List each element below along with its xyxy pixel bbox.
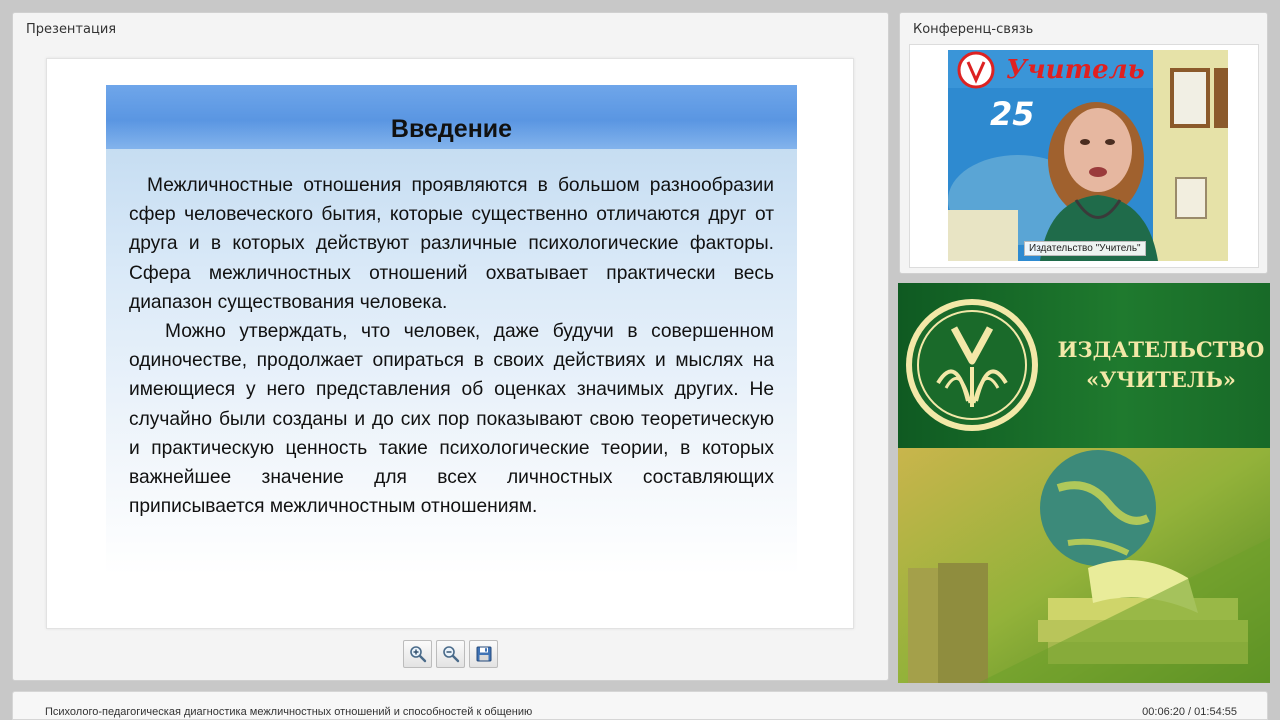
banner-top: ИЗДАТЕЛЬСТВО «УЧИТЕЛЬ»: [898, 283, 1270, 448]
presentation-panel: Презентация Введение Межличностные отнош…: [12, 12, 889, 681]
slide-toolbar: [403, 640, 498, 668]
books-globe-illustration: [898, 448, 1270, 683]
zoom-out-button[interactable]: [436, 640, 465, 668]
publisher-banner: ИЗДАТЕЛЬСТВО «УЧИТЕЛЬ»: [898, 283, 1270, 683]
publisher-name-line1: ИЗДАТЕЛЬСТВО: [1057, 337, 1265, 362]
slide-frame: Введение Межличностные отношения проявля…: [46, 58, 854, 629]
slide-paragraph: Можно утверждать, что человек, даже буду…: [129, 321, 774, 518]
video-frame: Учитель 25 Издательство "Учитель": [909, 44, 1259, 268]
save-button[interactable]: [469, 640, 498, 668]
lecture-title: Психолого-педагогическая диагностика меж…: [45, 706, 533, 718]
status-bar: Психолого-педагогическая диагностика меж…: [12, 691, 1268, 720]
speaker-video-scene: Учитель 25: [948, 50, 1228, 261]
publisher-name: ИЗДАТЕЛЬСТВО «УЧИТЕЛЬ»: [1056, 335, 1266, 395]
backdrop-number: 25: [990, 95, 1035, 133]
playback-timer: 00:06:20 / 01:54:55: [1142, 706, 1237, 718]
save-icon: [476, 646, 491, 662]
zoom-out-icon: [442, 646, 459, 663]
slide-body: Межличностные отношения проявляются в бо…: [129, 171, 774, 521]
slide: Введение Межличностные отношения проявля…: [106, 85, 797, 575]
time-separator: /: [1185, 706, 1195, 718]
presentation-panel-title: Презентация: [26, 22, 117, 37]
globe-icon: [1040, 450, 1156, 566]
elapsed-time: 00:06:20: [1142, 706, 1185, 718]
conference-panel: Конференц-связь Учитель 25 Издательство …: [899, 12, 1268, 274]
speaker-name-badge: Издательство "Учитель": [1024, 241, 1146, 256]
zoom-in-button[interactable]: [403, 640, 432, 668]
zoom-in-icon: [409, 646, 426, 663]
conference-panel-title: Конференц-связь: [913, 22, 1034, 37]
banner-books-image: [898, 448, 1270, 683]
publisher-name-line2: «УЧИТЕЛЬ»: [1086, 367, 1236, 392]
total-time: 01:54:55: [1194, 706, 1237, 718]
speaker-video[interactable]: Учитель 25 Издательство "Учитель": [948, 50, 1228, 261]
publisher-emblem-icon: [906, 299, 1038, 431]
slide-title: Введение: [390, 115, 513, 143]
slide-paragraph: Межличностные отношения проявляются в бо…: [129, 175, 774, 313]
backdrop-logo-text: Учитель: [1006, 55, 1145, 85]
